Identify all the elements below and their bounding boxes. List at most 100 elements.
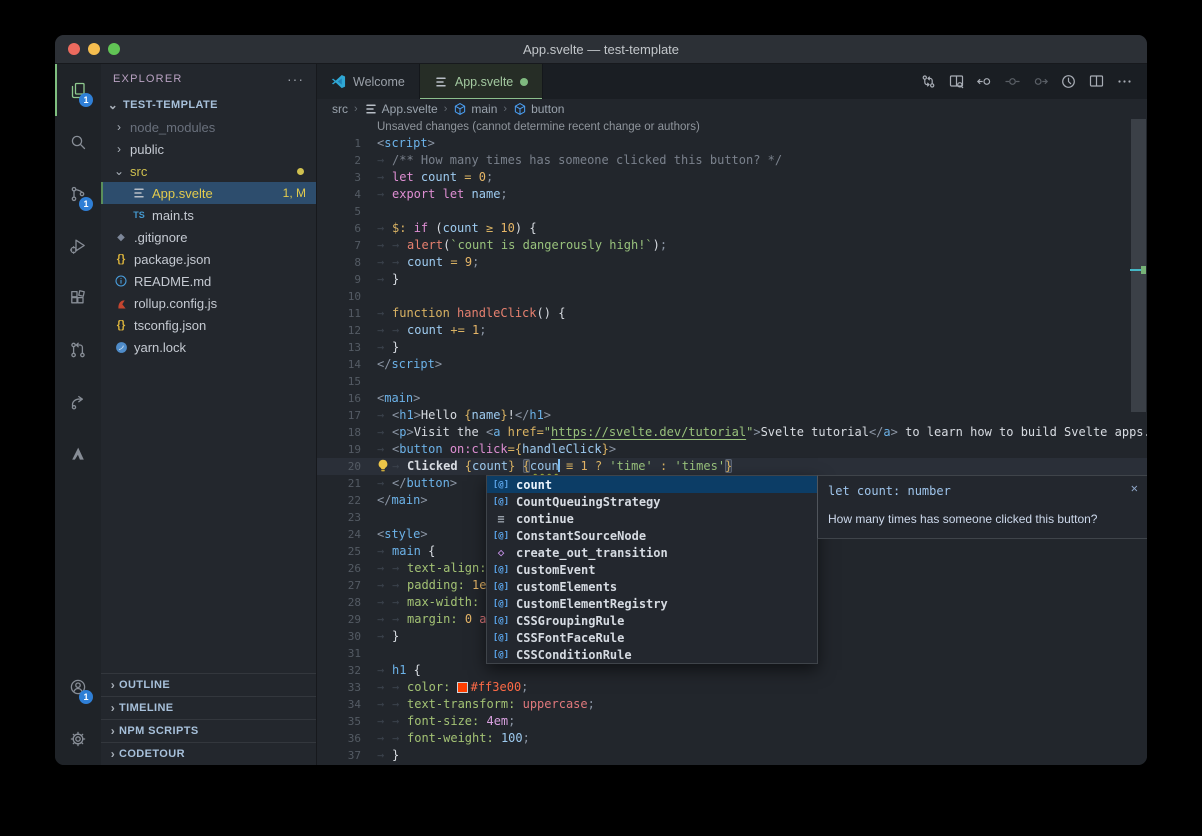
suggest-item-create_out_transition[interactable]: ◇create_out_transition — [487, 544, 817, 561]
titlebar[interactable]: App.svelte — test-template — [55, 35, 1147, 64]
file-row-src[interactable]: ⌄src — [101, 160, 316, 182]
close-window-button[interactable] — [68, 43, 80, 55]
lightbulb-icon[interactable] — [377, 459, 392, 472]
tab-welcome[interactable]: Welcome — [317, 64, 420, 99]
code-line-9[interactable]: 9→} — [317, 271, 1147, 288]
code-token: main — [391, 493, 420, 507]
editor-scrollbar[interactable] — [1130, 119, 1147, 765]
code-token: </ — [377, 357, 391, 371]
activity-item-azure[interactable] — [55, 428, 101, 480]
split-editor-icon[interactable] — [1088, 73, 1105, 90]
zoom-window-button[interactable] — [108, 43, 120, 55]
code-line-13[interactable]: 13→} — [317, 339, 1147, 356]
line-number: 19 — [317, 441, 361, 458]
code-line-32[interactable]: 32→h1 { — [317, 662, 1147, 679]
more-actions-icon[interactable] — [1116, 73, 1133, 90]
code-area[interactable]: Unsaved changes (cannot determine recent… — [317, 119, 1147, 765]
code-line-19[interactable]: 19→<button on:click={handleClick}> — [317, 441, 1147, 458]
code-line-15[interactable]: 15 — [317, 373, 1147, 390]
open-preview-icon[interactable] — [948, 73, 965, 90]
code-line-18[interactable]: 18→<p>Visit the <a href="https://svelte.… — [317, 424, 1147, 441]
code-line-2[interactable]: 2→/** How many times has someone clicked… — [317, 152, 1147, 169]
compare-changes-icon[interactable] — [920, 73, 937, 90]
code-line-7[interactable]: 7→→alert(`count is dangerously high!`); — [317, 237, 1147, 254]
close-icon[interactable]: ✕ — [1131, 481, 1138, 495]
activity-item-explorer[interactable]: 1 — [55, 64, 101, 116]
code-line-37[interactable]: 37→} — [317, 747, 1147, 764]
activity-item-source-control[interactable]: 1 — [55, 168, 101, 220]
suggest-item-CSSFontFaceRule[interactable]: [@]CSSFontFaceRule — [487, 629, 817, 646]
activity-item-accounts[interactable]: 1 — [55, 661, 101, 713]
code-token: </ — [869, 425, 883, 439]
tab-app-svelte[interactable]: App.svelte — [420, 64, 543, 99]
code-line-33[interactable]: 33→→color: #ff3e00; — [317, 679, 1147, 696]
code-token: font-weight: — [407, 731, 494, 745]
breadcrumb-item-app-svelte[interactable]: App.svelte — [364, 102, 438, 116]
code-line-10[interactable]: 10 — [317, 288, 1147, 305]
breadcrumb-item-button[interactable]: button — [513, 102, 564, 116]
code-line-17[interactable]: 17→<h1>Hello {name}!</h1> — [317, 407, 1147, 424]
code-line-12[interactable]: 12→→count += 1; — [317, 322, 1147, 339]
workspace-root-row[interactable]: ⌄ TEST-TEMPLATE — [101, 94, 316, 116]
code-token — [458, 612, 465, 626]
timeline-icon[interactable] — [1060, 73, 1077, 90]
current-change-icon[interactable] — [1004, 73, 1021, 90]
file-row-.gitignore[interactable]: ◆.gitignore — [101, 226, 316, 248]
breadcrumb-item-src[interactable]: src — [332, 102, 348, 116]
activity-item-run-debug[interactable] — [55, 220, 101, 272]
sidebar-section-npm-scripts[interactable]: ›NPM SCRIPTS — [101, 719, 316, 742]
activity-item-extensions[interactable] — [55, 272, 101, 324]
file-row-README.md[interactable]: README.md — [101, 270, 316, 292]
sidebar-section-timeline[interactable]: ›TIMELINE — [101, 696, 316, 719]
sidebar-section-outline[interactable]: ›OUTLINE — [101, 673, 316, 696]
suggest-item-CSSConditionRule[interactable]: [@]CSSConditionRule — [487, 646, 817, 663]
code-line-20[interactable]: 20→Clicked {count} {coun ≡ 1 ? 'time' : … — [317, 458, 1147, 475]
code-token: ! — [508, 408, 515, 422]
code-line-35[interactable]: 35→→font-size: 4em; — [317, 713, 1147, 730]
minimize-window-button[interactable] — [88, 43, 100, 55]
file-row-App.svelte[interactable]: App.svelte1, M — [101, 182, 316, 204]
code-line-16[interactable]: 16<main> — [317, 390, 1147, 407]
code-token: 'time' — [609, 459, 652, 473]
editor-actions — [920, 64, 1147, 99]
suggest-item-CountQueuingStrategy[interactable]: [@]CountQueuingStrategy — [487, 493, 817, 510]
suggest-item-label: CSSFontFaceRule — [516, 631, 624, 645]
code-line-3[interactable]: 3→let count = 0; — [317, 169, 1147, 186]
more-actions-icon[interactable]: ··· — [287, 71, 304, 87]
file-row-rollup.config.js[interactable]: rollup.config.js — [101, 292, 316, 314]
previous-change-icon[interactable] — [976, 73, 993, 90]
suggest-item-customElements[interactable]: [@]customElements — [487, 578, 817, 595]
file-row-yarn.lock[interactable]: yarn.lock — [101, 336, 316, 358]
suggest-item-CustomElementRegistry[interactable]: [@]CustomElementRegistry — [487, 595, 817, 612]
color-swatch[interactable] — [458, 683, 467, 692]
file-row-tsconfig.json[interactable]: {}tsconfig.json — [101, 314, 316, 336]
file-row-package.json[interactable]: {}package.json — [101, 248, 316, 270]
code-line-4[interactable]: 4→export let name; — [317, 186, 1147, 203]
symbol-variable-icon: [@] — [492, 531, 510, 541]
activity-item-live-share[interactable] — [55, 376, 101, 428]
code-line-6[interactable]: 6→$: if (count ≥ 10) { — [317, 220, 1147, 237]
code-token: ; — [486, 170, 493, 184]
code-line-1[interactable]: 1<script> — [317, 135, 1147, 152]
code-line-14[interactable]: 14</script> — [317, 356, 1147, 373]
code-line-8[interactable]: 8→→count = 9; — [317, 254, 1147, 271]
code-line-11[interactable]: 11→function handleClick() { — [317, 305, 1147, 322]
suggest-item-ConstantSourceNode[interactable]: [@]ConstantSourceNode — [487, 527, 817, 544]
activity-item-settings[interactable] — [55, 713, 101, 765]
file-row-main.ts[interactable]: TSmain.ts — [101, 204, 316, 226]
code-line-5[interactable]: 5 — [317, 203, 1147, 220]
file-row-public[interactable]: ›public — [101, 138, 316, 160]
sidebar-section-codetour[interactable]: ›CODETOUR — [101, 742, 316, 765]
code-line-34[interactable]: 34→→text-transform: uppercase; — [317, 696, 1147, 713]
code-line-36[interactable]: 36→→font-weight: 100; — [317, 730, 1147, 747]
suggest-item-CSSGroupingRule[interactable]: [@]CSSGroupingRule — [487, 612, 817, 629]
breadcrumb-item-main[interactable]: main — [453, 102, 497, 116]
file-row-node_modules[interactable]: ›node_modules — [101, 116, 316, 138]
next-change-icon[interactable] — [1032, 73, 1049, 90]
suggest-item-count[interactable]: [@]count — [487, 476, 817, 493]
suggest-item-continue[interactable]: ≡continue — [487, 510, 817, 527]
suggest-item-CustomEvent[interactable]: [@]CustomEvent — [487, 561, 817, 578]
activity-item-search[interactable] — [55, 116, 101, 168]
activity-item-github-pr[interactable] — [55, 324, 101, 376]
line-number: 8 — [317, 254, 361, 271]
